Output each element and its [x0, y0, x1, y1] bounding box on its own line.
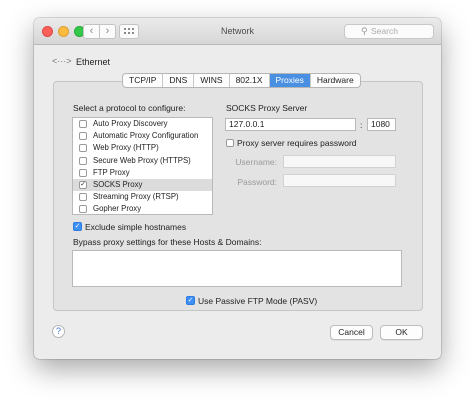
protocol-item-socks-proxy[interactable]: ✓ SOCKS Proxy: [73, 178, 212, 192]
tab-proxies[interactable]: Proxies: [269, 74, 311, 87]
checkbox[interactable]: [79, 193, 87, 202]
protocol-item-ftp-proxy[interactable]: FTP Proxy: [73, 167, 212, 179]
checkbox[interactable]: [79, 132, 87, 141]
passive-ftp-checkbox[interactable]: ✓: [186, 296, 195, 305]
exclude-simple-label: Exclude simple hostnames: [85, 222, 187, 232]
protocol-item-auto-config[interactable]: Automatic Proxy Configuration: [73, 130, 212, 142]
tab-hardware[interactable]: Hardware: [311, 74, 360, 87]
tab-dns[interactable]: DNS: [163, 74, 195, 87]
checkbox[interactable]: [79, 168, 87, 177]
checkbox-checked[interactable]: ✓: [79, 180, 87, 189]
password-label: Password:: [237, 177, 277, 187]
checkbox[interactable]: [79, 120, 87, 128]
port-separator: :: [360, 120, 363, 130]
protocol-item-web-proxy[interactable]: Web Proxy (HTTP): [73, 142, 212, 154]
cancel-button[interactable]: Cancel: [330, 325, 373, 340]
search-placeholder: Search: [371, 26, 398, 36]
exclude-simple-checkbox[interactable]: ✓: [73, 222, 82, 231]
checkbox[interactable]: [79, 205, 87, 214]
server-heading: SOCKS Proxy Server: [226, 103, 308, 113]
requires-password-checkbox[interactable]: [226, 139, 234, 147]
checkbox[interactable]: [79, 156, 87, 165]
proxy-port-field[interactable]: 1080: [367, 118, 396, 131]
passive-ftp-label: Use Passive FTP Mode (PASV): [198, 296, 318, 306]
service-label: Ethernet: [76, 57, 111, 67]
bypass-label: Bypass proxy settings for these Hosts & …: [73, 237, 262, 247]
tab-tcpip[interactable]: TCP/IP: [123, 74, 164, 87]
ethernet-icon: <···>: [52, 56, 72, 66]
search-field[interactable]: ⚲ Search: [344, 24, 434, 39]
username-label: Username:: [235, 157, 277, 167]
protocol-item-secure-web-proxy[interactable]: Secure Web Proxy (HTTPS): [73, 155, 212, 167]
search-icon: ⚲: [361, 26, 368, 36]
help-button[interactable]: ?: [52, 325, 65, 338]
bypass-hosts-textarea[interactable]: [72, 250, 402, 287]
title-bar: ‹ › Network ⚲ Search: [34, 18, 441, 45]
proxy-host-field[interactable]: 127.0.0.1: [225, 118, 356, 131]
protocol-item-gopher-proxy[interactable]: Gopher Proxy: [73, 203, 212, 215]
protocol-item-streaming-proxy[interactable]: Streaming Proxy (RTSP): [73, 191, 212, 203]
ok-button[interactable]: OK: [380, 325, 423, 340]
checkbox[interactable]: [79, 144, 87, 153]
protocol-list[interactable]: Auto Proxy Discovery Automatic Proxy Con…: [72, 117, 213, 215]
username-field[interactable]: [283, 155, 396, 168]
password-field[interactable]: [283, 174, 396, 187]
protocol-list-heading: Select a protocol to configure:: [73, 103, 186, 113]
tab-wins[interactable]: WINS: [194, 74, 230, 87]
tab-bar: TCP/IP DNS WINS 802.1X Proxies Hardware: [122, 73, 361, 88]
protocol-item-auto-discovery[interactable]: Auto Proxy Discovery: [73, 118, 212, 130]
requires-password-label: Proxy server requires password: [237, 138, 357, 148]
tab-8021x[interactable]: 802.1X: [230, 74, 270, 87]
